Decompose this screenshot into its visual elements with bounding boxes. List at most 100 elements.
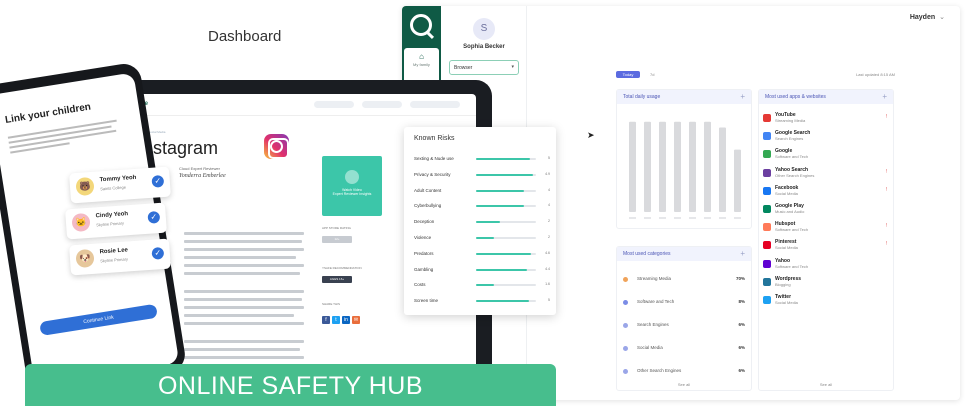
twitter-share-icon[interactable]: t [332, 316, 340, 324]
app-category: Music and Audio [775, 209, 805, 214]
risk-name: Gambling [414, 266, 434, 272]
app-row[interactable]: Facebook Social Media! [763, 185, 891, 203]
text-line [184, 348, 300, 351]
text-line [184, 248, 304, 251]
risk-level-bar [476, 284, 536, 287]
child-card-name: Tommy Yeoh [99, 174, 137, 184]
risk-row: Privacy & Security 4.9 [414, 171, 550, 183]
risk-level-fill [476, 173, 533, 176]
usage-bar[interactable] [734, 149, 741, 212]
risk-row: Predators 4.6 [414, 250, 550, 262]
facebook-share-icon[interactable]: f [322, 316, 330, 324]
usage-bar[interactable] [629, 121, 636, 212]
category-name: Streaming Media [637, 276, 672, 281]
browser-select[interactable]: Browser ▾ [449, 60, 519, 75]
alert-flag-icon: ! [885, 168, 887, 175]
text-line [184, 298, 302, 301]
child-card-name: Cindy Yeoh [95, 211, 129, 220]
usage-bar[interactable] [719, 127, 726, 212]
risk-row: Violence 2 [414, 234, 550, 246]
tab-today[interactable]: Today [616, 71, 640, 78]
usage-bar[interactable] [674, 121, 681, 212]
usage-bar[interactable] [689, 121, 696, 212]
video-thumbnail[interactable]: Watch Video Expert Reviewer Insights [322, 156, 382, 216]
check-icon[interactable]: ✓ [147, 210, 161, 224]
risk-level-fill [476, 284, 494, 287]
app-row[interactable]: Yahoo Software and Tech [763, 258, 891, 276]
usage-bar-tick-label [659, 217, 666, 219]
nav-home-label: My family [413, 62, 430, 67]
risk-score: 4.4 [545, 266, 550, 271]
usage-bar[interactable] [704, 121, 711, 212]
usage-bar[interactable] [659, 121, 666, 212]
text-line [184, 240, 302, 243]
app-row[interactable]: Google Search Search Engines [763, 130, 891, 148]
user-menu[interactable]: Hayden ⌄ [910, 13, 945, 21]
browser-select-value: Browser [454, 65, 473, 71]
link-children-title: Link your children [4, 101, 92, 126]
continue-link-button[interactable]: Continue Link [39, 303, 158, 336]
app-row[interactable]: YouTube Streaming Media! [763, 112, 891, 130]
category-row[interactable]: Other Search Engines 6% [621, 367, 749, 379]
risk-row: Screen time 5 [414, 297, 550, 309]
app-category: Blogging [775, 281, 791, 287]
tab-7-days[interactable]: 7d [650, 71, 654, 78]
nav-pill[interactable] [410, 101, 460, 108]
app-icon [763, 205, 771, 213]
play-icon[interactable] [345, 170, 359, 184]
category-row[interactable]: Software and Tech 8% [621, 298, 749, 310]
app-icon [763, 241, 771, 250]
risk-score: 4.9 [545, 171, 550, 176]
app-row[interactable]: Hubspot Software and Tech! [763, 221, 891, 239]
usage-bar[interactable] [644, 121, 651, 212]
app-row[interactable]: Pinterest Social Media! [763, 239, 891, 257]
reviewer-block: Cloud Expert Reviewer Yonderra Emberlee [179, 166, 226, 179]
child-card-school: Saints College [100, 184, 127, 192]
chevron-down-icon: ⌄ [939, 14, 945, 21]
risk-name: Costs [414, 282, 426, 288]
category-row[interactable]: Social Media 6% [621, 344, 749, 356]
text-line [184, 322, 304, 325]
risk-row: Costs 1.6 [414, 281, 550, 293]
child-avatar-icon: 🐶 [75, 248, 95, 269]
check-icon[interactable]: ✓ [151, 174, 165, 188]
see-all-link[interactable]: See all [617, 382, 751, 387]
category-row[interactable]: Search Engines 6% [621, 321, 749, 333]
recommendation-label: YSAFE RECOMMENDATION [322, 266, 362, 270]
risk-level-bar [476, 268, 536, 271]
nav-home[interactable]: ⌂ My family [404, 48, 439, 84]
category-percent: 6% [738, 322, 745, 327]
risk-score: 2 [548, 219, 550, 224]
app-category: Software and Tech [775, 154, 809, 160]
app-row[interactable]: Google Software and Tech [763, 148, 891, 166]
linkedin-share-icon[interactable]: in [342, 316, 350, 324]
app-row[interactable]: Yahoo Search Other Search Engines! [763, 167, 891, 185]
risk-score: 4 [548, 187, 550, 192]
app-row[interactable]: Twitter Social Media [763, 294, 891, 312]
child-avatar[interactable]: S [473, 18, 495, 40]
app-category: Social Media [775, 190, 798, 196]
app-icon [763, 277, 771, 286]
see-all-link[interactable]: See all [759, 382, 893, 387]
user-name: Hayden [909, 14, 936, 21]
nav-pill[interactable] [314, 101, 354, 108]
category-percent: 8% [738, 299, 745, 304]
nav-pill[interactable] [362, 101, 402, 108]
text-line [184, 272, 300, 275]
category-dot-icon [623, 369, 628, 374]
expand-icon[interactable]: + [740, 249, 745, 258]
risk-level-fill [476, 300, 529, 303]
app-icon [763, 186, 771, 195]
expand-icon[interactable]: + [740, 92, 745, 101]
check-icon[interactable]: ✓ [151, 246, 165, 260]
email-share-icon[interactable]: ✉ [352, 316, 360, 324]
child-card-school: Skyline Primary [100, 256, 129, 264]
app-category: Social Media [775, 245, 798, 251]
expand-icon[interactable]: + [882, 92, 887, 101]
app-logo-icon[interactable] [410, 14, 432, 36]
app-row[interactable]: Wordpress Blogging [763, 276, 891, 294]
app-row[interactable]: Google Play Music and Audio [763, 203, 891, 221]
category-row[interactable]: Streaming Media 70% [621, 275, 749, 287]
risk-name: Deception [414, 219, 435, 225]
share-label: SHARE THIS [322, 302, 340, 306]
